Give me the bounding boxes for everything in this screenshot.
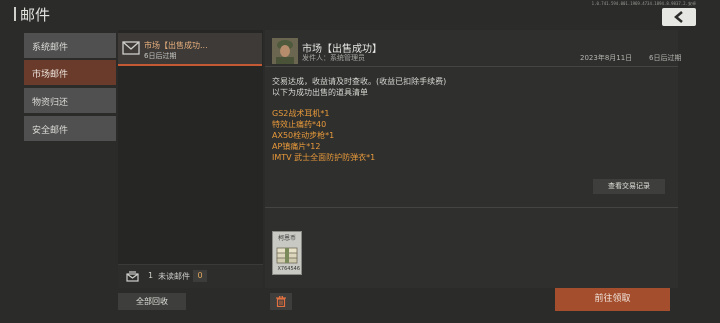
attachment-item[interactable]: 柯恩币 X764546 [272,231,302,275]
sold-items-list: GS2战术耳机*1 特效止痛药*40 AX50栓动步枪*1 AP镇痛片*12 I… [272,108,375,163]
attachment-name: 柯恩币 [277,235,296,242]
mail-sender: 发件人：系统管理员 [302,54,365,62]
delete-button[interactable] [270,293,292,310]
goto-receive-button[interactable]: 前往领取 [555,288,670,311]
attachment-quantity: X764546 [277,266,300,272]
trash-icon [276,296,286,307]
mail-item-expiry: 6日后过期 [144,52,177,60]
unread-count: 1 [148,271,154,280]
sidebar-item-supply-return[interactable]: 物资归还 [24,88,116,113]
title-accent-bar [14,7,16,21]
back-arrow-icon [674,11,683,23]
list-item: 特效止痛药*40 [272,120,327,129]
page-title: 邮件 [20,6,51,24]
divider [265,66,678,67]
sidebar-item-label: 市场邮件 [32,70,69,80]
mail-date: 2023年8月11日 [580,54,633,62]
unread-summary: 1 未读邮件 0 [118,264,263,288]
money-icon [276,247,298,264]
sidebar-item-security-mail[interactable]: 安全邮件 [24,116,116,141]
sidebar-item-label: 系统邮件 [32,43,69,53]
version-text: 1.0.741.594.001.1969.4734.1894.8.9837.2.… [591,1,696,6]
body-line: 交易达成，收益请及时查收。(收益已扣除手续费) [272,77,447,86]
view-trade-records-button[interactable]: 查看交易记录 [593,179,665,194]
envelope-icon [122,41,140,55]
receive-all-button[interactable]: 全部回收 [118,293,186,310]
mail-list-item[interactable]: 市场【出售成功... 6日后过期 [118,33,262,66]
sidebar-item-label: 物资归还 [32,98,69,108]
unread-label: 未读邮件 [158,272,190,281]
mail-item-subject: 市场【出售成功... [144,41,208,50]
list-item: AP镇痛片*12 [272,142,321,151]
soldier-avatar-icon [272,38,298,64]
body-line: 以下为成功出售的道具清单 [272,88,368,97]
divider [265,207,678,208]
sidebar-item-label: 安全邮件 [32,126,69,136]
list-item: IMTV 武士全面防护防弹衣*1 [272,153,376,162]
mail-expiry: 6日后过期 [649,54,682,62]
sidebar-item-system-mail[interactable]: 系统邮件 [24,33,116,58]
list-item: AX50栓动步枪*1 [272,131,335,140]
mail-stack-icon [126,271,139,282]
sidebar-item-market-mail[interactable]: 市场邮件 [24,60,116,85]
list-item: GS2战术耳机*1 [272,109,330,118]
mail-body: 交易达成，收益请及时查收。(收益已扣除手续费) 以下为成功出售的道具清单 [272,76,446,98]
back-button[interactable] [662,8,696,26]
mail-list-panel [118,30,263,288]
sender-avatar [272,38,298,64]
unread-badge: 0 [193,270,207,282]
